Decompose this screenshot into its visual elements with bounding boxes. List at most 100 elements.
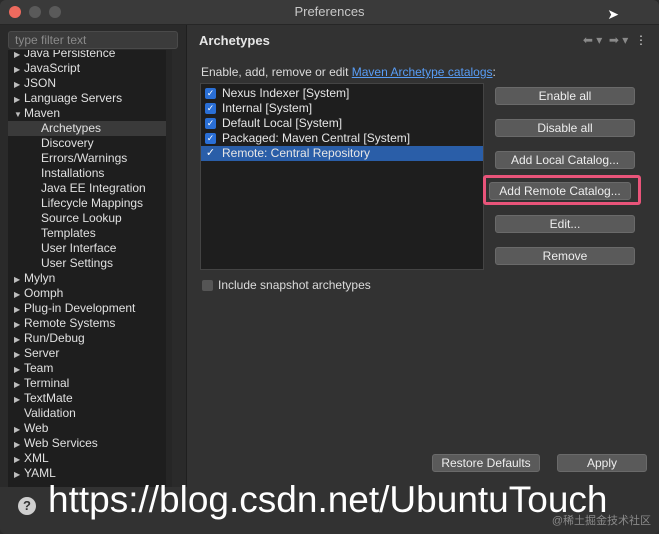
tree-item-label: Java Persistence: [24, 50, 116, 60]
collapsed-arrow-icon[interactable]: ▶: [14, 437, 24, 452]
collapsed-arrow-icon[interactable]: ▶: [14, 452, 24, 467]
watermark-url: https://blog.csdn.net/UbuntuTouch: [48, 479, 608, 520]
catalog-label: Default Local [System]: [222, 116, 343, 130]
tree-item-language-servers[interactable]: ▶ Language Servers: [8, 91, 172, 106]
window-title: Preferences: [294, 4, 365, 19]
tree-scrollbar[interactable]: [166, 50, 172, 505]
checkbox-checked-icon[interactable]: ✓: [205, 103, 216, 114]
collapsed-arrow-icon[interactable]: ▶: [14, 347, 24, 362]
page-description: Enable, add, remove or edit Maven Archet…: [201, 65, 496, 79]
collapsed-arrow-icon[interactable]: ▶: [14, 332, 24, 347]
catalog-label: Nexus Indexer [System]: [222, 86, 350, 100]
collapsed-arrow-icon[interactable]: ▶: [14, 422, 24, 437]
tree-item-lifecycle-mappings[interactable]: Lifecycle Mappings: [8, 196, 172, 211]
catalog-row[interactable]: ✓ Internal [System]: [201, 101, 483, 116]
tree-item-archetypes[interactable]: Archetypes: [8, 121, 172, 136]
catalog-row[interactable]: ✓ Packaged: Maven Central [System]: [201, 131, 483, 146]
more-menu-icon[interactable]: ⋮: [635, 33, 647, 47]
tree-item-mylyn[interactable]: ▶ Mylyn: [8, 271, 172, 286]
remove-button[interactable]: Remove: [495, 247, 635, 265]
tree-item-templates[interactable]: Templates: [8, 226, 172, 241]
tree-item-validation[interactable]: Validation: [8, 406, 172, 421]
add-remote-catalog-button[interactable]: Add Remote Catalog...: [489, 182, 631, 200]
tree-item-run-debug[interactable]: ▶ Run/Debug: [8, 331, 172, 346]
checkbox-checked-icon[interactable]: ✓: [205, 148, 216, 159]
tree-item-label: Mylyn: [24, 271, 56, 285]
tree-item-label: Installations: [41, 166, 105, 180]
collapsed-arrow-icon[interactable]: ▶: [14, 392, 24, 407]
tree-item-label: Server: [24, 346, 60, 360]
collapsed-arrow-icon[interactable]: ▶: [14, 77, 24, 92]
catalog-list: ✓ Nexus Indexer [System] ✓ Internal [System…: [200, 83, 484, 270]
tree-item-user-settings[interactable]: User Settings: [8, 256, 172, 271]
tree-item-label: JSON: [24, 76, 57, 90]
tree-item-label: Java EE Integration: [41, 181, 146, 195]
collapsed-arrow-icon[interactable]: ▶: [14, 92, 24, 107]
tree-item-errors-warnings[interactable]: Errors/Warnings: [8, 151, 172, 166]
preference-tree: ▶ Java Persistence ▶ JavaScript ▶ JSON ▶ Langua…: [8, 50, 172, 505]
navigation-arrows[interactable]: ⬅ ▾ ➡ ▾ ⋮: [583, 33, 647, 47]
checkbox-checked-icon[interactable]: ✓: [205, 118, 216, 129]
tree-item-web-services[interactable]: ▶ Web Services: [8, 436, 172, 451]
maven-archetype-catalogs-link[interactable]: Maven Archetype catalogs: [352, 65, 493, 79]
tree-item-label: Source Lookup: [41, 211, 122, 225]
checkbox-box[interactable]: [202, 280, 213, 291]
tree-item-java-ee-integration[interactable]: Java EE Integration: [8, 181, 172, 196]
back-arrow-icon[interactable]: ⬅ ▾: [583, 33, 602, 47]
filter-input[interactable]: type filter text: [8, 31, 178, 49]
collapsed-arrow-icon[interactable]: ▶: [14, 467, 24, 482]
tree-item-json[interactable]: ▶ JSON: [8, 76, 172, 91]
preference-tree-panel: type filter text ▶ Java Persistence ▶ JavaS…: [0, 25, 187, 505]
collapsed-arrow-icon[interactable]: ▶: [14, 302, 24, 317]
tree-item-label: Web Services: [24, 436, 98, 450]
tree-item-xml[interactable]: ▶ XML: [8, 451, 172, 466]
tree-item-user-interface[interactable]: User Interface: [8, 241, 172, 256]
catalog-row[interactable]: ✓ Default Local [System]: [201, 116, 483, 131]
tree-item-label: XML: [24, 451, 49, 465]
catalog-row[interactable]: ✓ Nexus Indexer [System]: [201, 86, 483, 101]
collapsed-arrow-icon[interactable]: ▶: [14, 287, 24, 302]
tree-item-oomph[interactable]: ▶ Oomph: [8, 286, 172, 301]
tree-item-java-persistence[interactable]: ▶ Java Persistence: [8, 50, 172, 61]
tree-item-terminal[interactable]: ▶ Terminal: [8, 376, 172, 391]
tree-item-label: JavaScript: [24, 61, 81, 75]
tree-item-web[interactable]: ▶ Web: [8, 421, 172, 436]
restore-defaults-button[interactable]: Restore Defaults: [432, 454, 540, 472]
include-snapshot-checkbox[interactable]: Include snapshot archetypes: [202, 278, 371, 292]
apply-button[interactable]: Apply: [557, 454, 647, 472]
catalog-row[interactable]: ✓ Remote: Central Repository: [201, 146, 483, 161]
tree-item-discovery[interactable]: Discovery: [8, 136, 172, 151]
collapsed-arrow-icon[interactable]: ▶: [14, 62, 24, 77]
expanded-arrow-icon[interactable]: ▼: [14, 107, 24, 122]
catalog-label: Internal [System]: [222, 101, 313, 115]
add-local-catalog-button[interactable]: Add Local Catalog...: [495, 151, 635, 169]
tree-item-label: Validation: [24, 406, 76, 420]
tree-item-label: Archetypes: [41, 121, 102, 135]
checkbox-checked-icon[interactable]: ✓: [205, 133, 216, 144]
help-icon[interactable]: ?: [18, 497, 36, 515]
tree-item-source-lookup[interactable]: Source Lookup: [8, 211, 172, 226]
tree-item-label: User Settings: [41, 256, 114, 270]
collapsed-arrow-icon[interactable]: ▶: [14, 362, 24, 377]
tree-item-label: User Interface: [41, 241, 117, 255]
tree-item-maven[interactable]: ▼ Maven: [8, 106, 172, 121]
tree-item-team[interactable]: ▶ Team: [8, 361, 172, 376]
edit-button[interactable]: Edit...: [495, 215, 635, 233]
forward-arrow-icon[interactable]: ➡ ▾: [609, 33, 628, 47]
tree-item-javascript[interactable]: ▶ JavaScript: [8, 61, 172, 76]
tree-item-textmate[interactable]: ▶ TextMate: [8, 391, 172, 406]
checkbox-checked-icon[interactable]: ✓: [205, 88, 216, 99]
disable-all-button[interactable]: Disable all: [495, 119, 635, 137]
tree-item-plug-in-development[interactable]: ▶ Plug-in Development: [8, 301, 172, 316]
tree-item-label: Errors/Warnings: [41, 151, 128, 165]
tree-item-server[interactable]: ▶ Server: [8, 346, 172, 361]
tree-item-label: Oomph: [24, 286, 64, 300]
enable-all-button[interactable]: Enable all: [495, 87, 635, 105]
collapsed-arrow-icon[interactable]: ▶: [14, 377, 24, 392]
tree-item-label: Maven: [24, 106, 61, 120]
collapsed-arrow-icon[interactable]: ▶: [14, 317, 24, 332]
collapsed-arrow-icon[interactable]: ▶: [14, 272, 24, 287]
tree-item-remote-systems[interactable]: ▶ Remote Systems: [8, 316, 172, 331]
tree-item-installations[interactable]: Installations: [8, 166, 172, 181]
tree-item-label: YAML: [24, 466, 56, 480]
